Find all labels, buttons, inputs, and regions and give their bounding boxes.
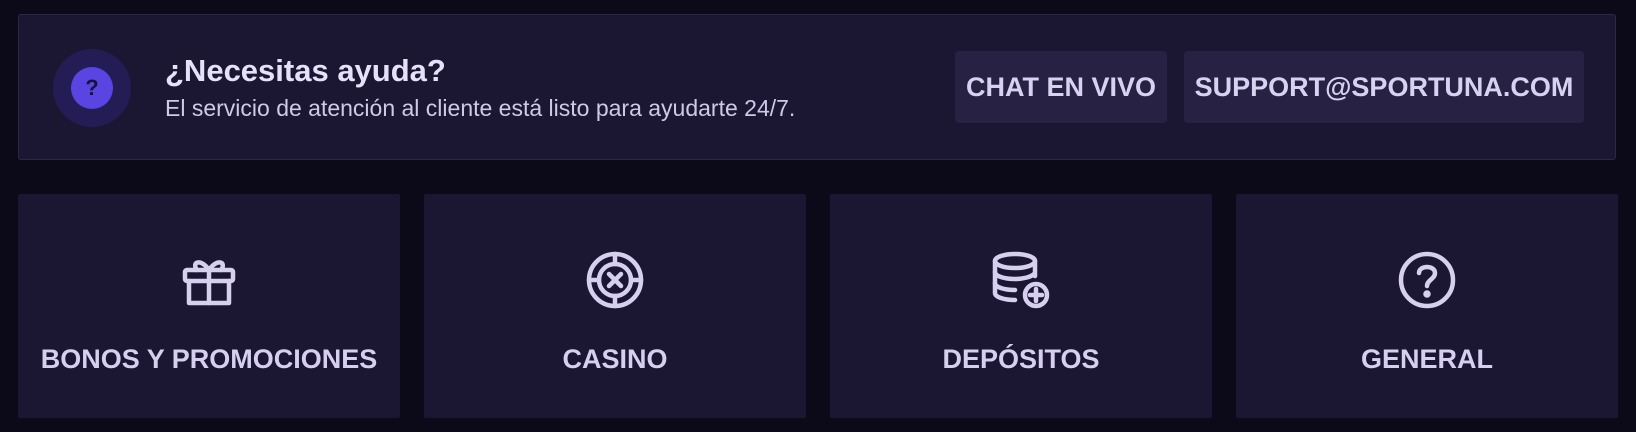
roulette-icon <box>586 251 644 309</box>
category-card-deposits[interactable]: DEPÓSITOS <box>830 194 1212 418</box>
category-label-deposits: DEPÓSITOS <box>942 344 1100 374</box>
help-banner: ? ¿Necesitas ayuda? El servicio de atenc… <box>18 14 1616 160</box>
category-label-casino: CASINO <box>562 344 668 374</box>
category-label-general: GENERAL <box>1360 344 1493 374</box>
help-title: ¿Necesitas ayuda? <box>165 53 446 88</box>
category-card-bonuses[interactable]: BONOS Y PROMOCIONES <box>18 194 400 418</box>
help-icon-badge: ? <box>53 49 131 127</box>
coins-plus-icon <box>992 251 1050 309</box>
question-icon: ? <box>71 67 113 109</box>
category-label-bonuses: BONOS Y PROMOCIONES <box>40 344 378 374</box>
question-circle-icon <box>1398 251 1456 309</box>
support-email-button[interactable]: SUPPORT@SPORTUNA.COM <box>1184 51 1584 123</box>
help-subtitle: El servicio de atención al cliente está … <box>165 95 796 121</box>
category-card-casino[interactable]: CASINO <box>424 194 806 418</box>
gift-icon <box>182 260 236 306</box>
live-chat-button[interactable]: CHAT EN VIVO <box>955 51 1167 123</box>
category-card-general[interactable]: GENERAL <box>1236 194 1618 418</box>
